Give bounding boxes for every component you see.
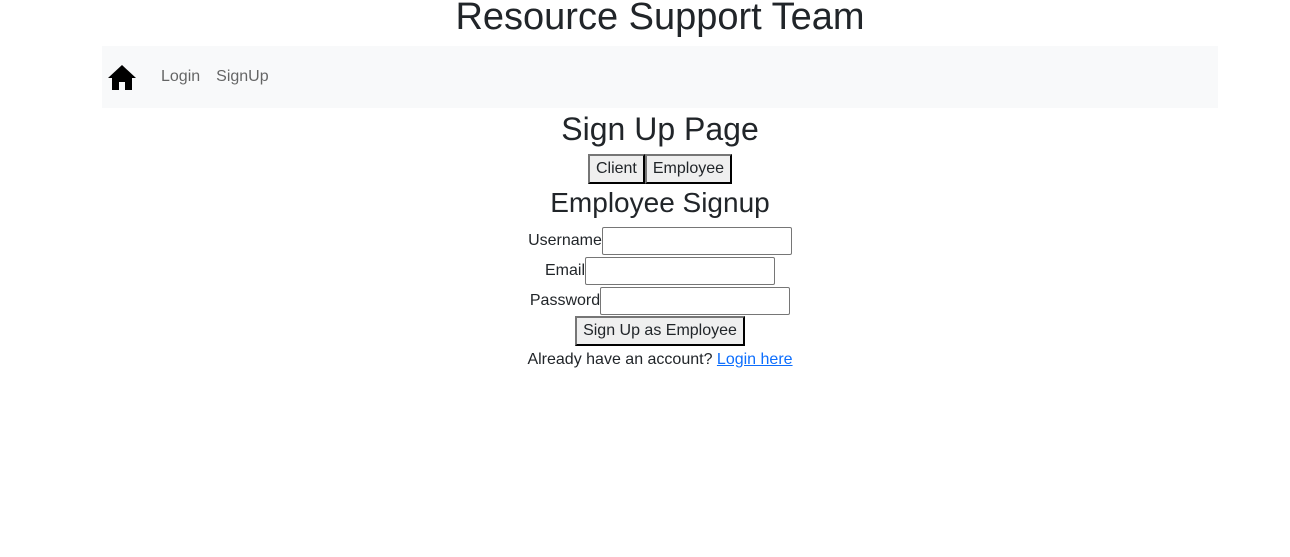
email-field[interactable]: [585, 257, 775, 285]
username-row: Username: [0, 226, 1290, 256]
signup-type-toggle: Client Employee: [0, 154, 1290, 184]
username-label: Username: [528, 232, 602, 249]
nav-link-signup[interactable]: SignUp: [216, 67, 268, 87]
site-title: Resource Support Team: [455, 0, 865, 38]
page-heading: Sign Up Page: [561, 111, 759, 147]
email-row: Email: [0, 256, 1290, 286]
login-prompt: Already have an account? Login here: [0, 348, 1290, 372]
password-field[interactable]: [600, 287, 791, 315]
navbar: Login SignUp: [102, 46, 1218, 108]
submit-row: Sign Up as Employee: [0, 316, 1290, 346]
username-field[interactable]: [601, 227, 792, 255]
employee-button[interactable]: Employee: [644, 154, 733, 184]
home-link[interactable]: [104, 59, 140, 95]
signup-employee-button[interactable]: Sign Up as Employee: [575, 316, 745, 346]
email-label: Email: [544, 262, 585, 279]
form-title: Employee Signup: [550, 187, 770, 218]
home-icon: [108, 65, 136, 90]
signup-content: Sign Up Page Client Employee Employee Si…: [0, 110, 1290, 372]
employee-signup-form: Username Email Password Sign Up as Emplo…: [0, 226, 1290, 346]
login-here-link[interactable]: Login here: [717, 351, 793, 368]
page: Resource Support Team Login SignUp Sign …: [0, 0, 1290, 557]
password-label: Password: [529, 292, 601, 309]
nav-link-login[interactable]: Login: [161, 67, 200, 87]
client-button[interactable]: Client: [587, 154, 645, 184]
login-prompt-text: Already have an account?: [527, 351, 713, 368]
password-row: Password: [0, 286, 1290, 316]
